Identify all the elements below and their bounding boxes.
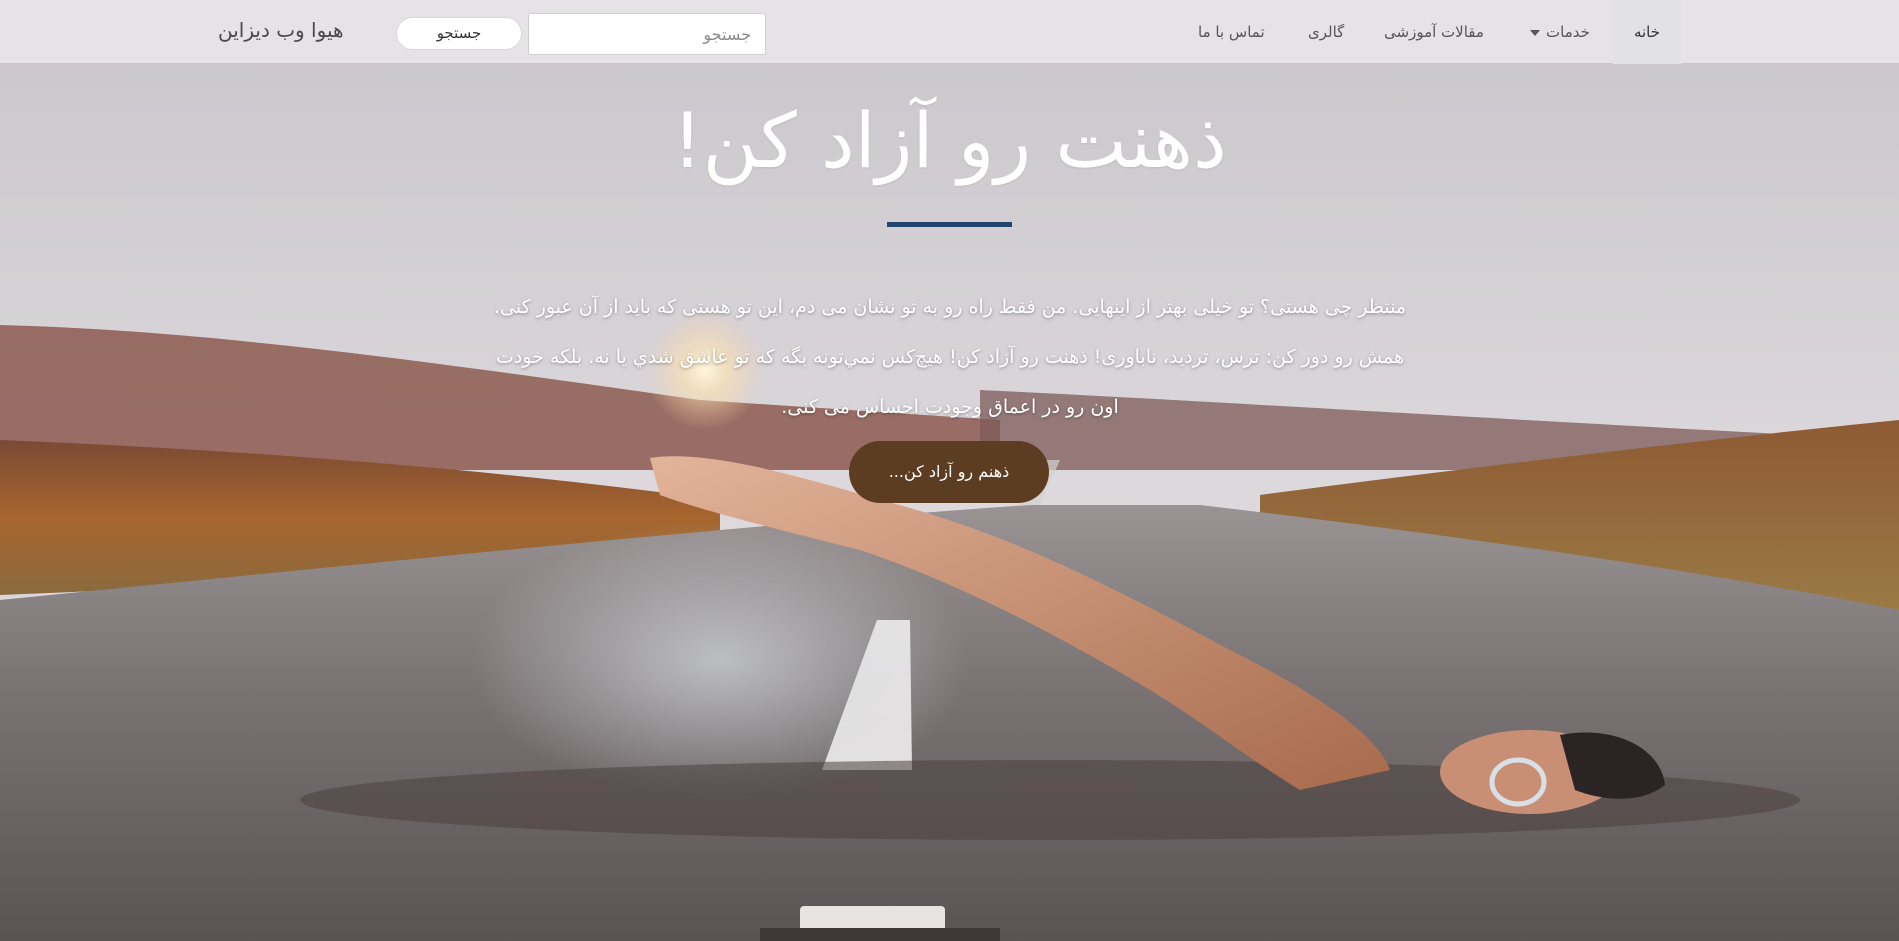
nav-item-home[interactable]: خانه: [1613, 0, 1681, 64]
hero-paragraph: منتظر چی هستی؟ تو خیلی بهتر از اینهایی. …: [420, 282, 1480, 432]
nav-item-articles[interactable]: مقالات آموزشی: [1384, 0, 1484, 64]
top-navbar: هیوا وب دیزاین جستجو تماس با ما گالری مق…: [0, 0, 1899, 64]
cta-button[interactable]: ذهنم رو آزاد کن...: [849, 441, 1049, 503]
chevron-down-icon: [1530, 29, 1540, 36]
hero-title: ذهنت رو آزاد کن!: [672, 96, 1227, 185]
nav-item-contact[interactable]: تماس با ما: [1198, 0, 1265, 64]
nav-item-services-label: خدمات: [1546, 23, 1590, 41]
page: هیوا وب دیزاین جستجو تماس با ما گالری مق…: [0, 0, 1899, 941]
brand-logo-text[interactable]: هیوا وب دیزاین: [218, 18, 344, 42]
hero-paragraph-line: منتظر چی هستی؟ تو خیلی بهتر از اینهایی. …: [493, 296, 1407, 318]
hero-paragraph-line: اون رو در اعماق وجودت احساس می کنی.: [781, 396, 1119, 418]
hero-paragraph-line: همش رو دور کن: ترس، تردید، ناباوری! ذهنت…: [495, 346, 1405, 368]
nav-menu: تماس با ما گالری مقالات آموزشی خدمات خان…: [1180, 0, 1682, 64]
nav-item-gallery[interactable]: گالری: [1308, 0, 1344, 64]
nav-item-services[interactable]: خدمات: [1530, 0, 1590, 64]
hero-divider: [887, 222, 1012, 227]
search-input[interactable]: [528, 13, 766, 55]
search-button[interactable]: جستجو: [396, 17, 522, 50]
